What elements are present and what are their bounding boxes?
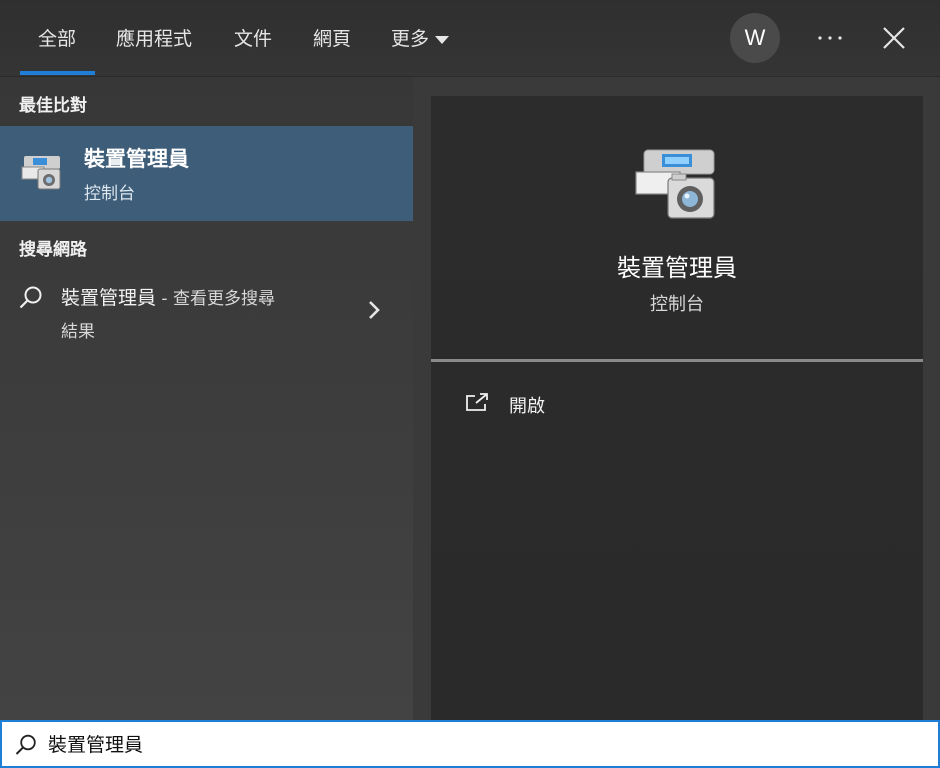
web-search-result[interactable]: 裝置管理員 - 查看更多搜尋 結果: [0, 275, 413, 355]
device-manager-icon: [21, 156, 61, 190]
web-result-line2: 結果: [61, 322, 95, 342]
web-result-query: 裝置管理員: [61, 287, 157, 309]
ellipsis-icon: [818, 36, 842, 40]
device-manager-icon: [635, 149, 715, 219]
results-pane: 最佳比對 裝置管理員 控制台 搜尋網路 裝置管理員 - 查看更多搜尋 結果: [0, 77, 413, 720]
divider: [431, 359, 923, 362]
web-result-suffix: - 查看更多搜尋: [156, 289, 275, 309]
tab-more-label: 更多: [391, 28, 430, 50]
best-match-item[interactable]: 裝置管理員 控制台: [0, 126, 413, 221]
search-icon: [19, 286, 42, 309]
section-best-match: 最佳比對: [19, 96, 87, 116]
open-action[interactable]: 開啟: [465, 390, 665, 418]
search-icon: [15, 734, 36, 755]
tab-documents[interactable]: 文件: [234, 24, 272, 51]
close-icon: [883, 27, 905, 49]
top-tab-bar: 全部 應用程式 文件 網頁 更多 W: [0, 0, 940, 77]
chevron-right-icon[interactable]: [366, 299, 382, 321]
caret-down-icon: [435, 35, 450, 44]
close-button[interactable]: [874, 18, 914, 58]
active-tab-indicator: [20, 71, 95, 75]
search-input[interactable]: [48, 727, 908, 759]
account-avatar[interactable]: W: [730, 13, 780, 63]
tab-all[interactable]: 全部: [38, 24, 76, 51]
tab-more[interactable]: 更多: [391, 24, 450, 51]
detail-subtitle: 控制台: [650, 294, 704, 315]
detail-title: 裝置管理員: [617, 254, 737, 282]
more-options-button[interactable]: [810, 20, 850, 56]
tab-apps[interactable]: 應用程式: [116, 24, 192, 51]
section-search-web: 搜尋網路: [19, 240, 87, 260]
web-result-line1: 裝置管理員 - 查看更多搜尋: [61, 283, 275, 310]
detail-pane: 裝置管理員 控制台 開啟: [431, 96, 923, 720]
tab-web[interactable]: 網頁: [313, 24, 351, 51]
open-external-icon: [466, 393, 488, 411]
best-match-subtitle: 控制台: [84, 184, 135, 204]
search-bar: [0, 720, 940, 768]
best-match-title: 裝置管理員: [84, 147, 189, 171]
open-label: 開啟: [509, 396, 545, 417]
